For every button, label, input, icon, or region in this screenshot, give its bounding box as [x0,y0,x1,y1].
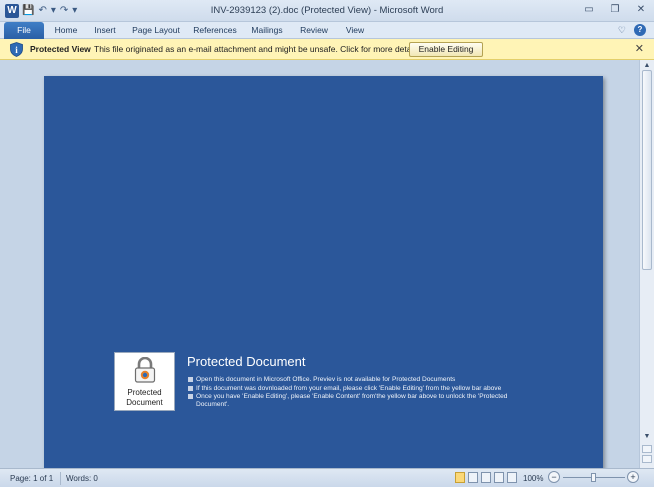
page-count[interactable]: Page: 1 of 1 [10,474,53,483]
scroll-up-icon[interactable]: ▲ [640,62,654,69]
lock-caption: Protected Document [126,388,163,407]
document-area[interactable]: Protected Document Protected Document Op… [0,60,639,468]
word-count[interactable]: Words: 0 [66,474,98,483]
list-item: If this document was dovnloaded from you… [187,385,537,393]
tab-page-layout[interactable]: Page Layout [128,22,184,39]
ribbon-tabs: File Home Insert Page Layout References … [0,22,654,39]
outline-icon[interactable] [494,472,504,483]
list-item: Once you have 'Enable Editing', please '… [187,393,537,408]
draft-icon[interactable] [507,472,517,483]
enable-editing-button[interactable]: Enable Editing [409,42,483,57]
zoom-slider[interactable] [563,473,625,482]
previous-page-icon[interactable] [642,445,652,453]
ribbon-right-controls: ♡ ? [618,24,646,36]
lock-icon [134,357,156,383]
zoom-slider-handle[interactable] [591,473,596,482]
scroll-down-icon[interactable]: ▼ [640,433,654,440]
tab-file[interactable]: File [4,22,44,39]
web-layout-icon[interactable] [481,472,491,483]
tab-view[interactable]: View [340,22,370,39]
bullet-square-icon [188,377,193,382]
view-buttons [455,472,517,483]
vertical-scrollbar[interactable]: ▲ ▼ [639,60,654,468]
protected-document-image: Protected Document [114,352,175,411]
list-item: Open this document in Microsoft Office. … [187,376,537,384]
zoom-in-icon[interactable]: + [627,471,639,483]
zoom-out-icon[interactable]: − [548,471,560,483]
protected-view-label: Protected View [30,44,91,54]
window-controls: ▭ ❐ ✕ [582,4,648,16]
close-window-icon[interactable]: ✕ [634,4,648,16]
tab-mailings[interactable]: Mailings [247,22,287,39]
zoom-level[interactable]: 100% [523,474,543,483]
bullet-square-icon [188,394,193,400]
restore-icon[interactable]: ❐ [608,4,622,16]
instruction-list: Open this document in Microsoft Office. … [187,376,537,409]
protected-view-message[interactable]: This file originated as an e-mail attach… [94,44,422,54]
window-title: INV-2939123 (2).doc (Protected View) - M… [210,5,444,16]
close-infobar-icon[interactable]: ✕ [635,42,644,55]
tab-references[interactable]: References [190,22,240,39]
full-screen-reading-icon[interactable] [468,472,478,483]
print-layout-icon[interactable] [455,472,465,483]
document-heading: Protected Document [187,354,306,369]
minimize-icon[interactable]: ▭ [582,4,596,16]
title-bar: W 💾 ↶ ▾ ↷ ▾ INV-2939123 (2).doc (Protect… [0,0,654,22]
protected-view-bar[interactable]: i Protected View This file originated as… [0,39,654,60]
minimize-ribbon-icon[interactable]: ♡ [618,25,626,36]
document-page: Protected Document Protected Document Op… [44,76,603,468]
bullet-square-icon [188,385,193,391]
help-icon[interactable]: ? [634,24,646,36]
scroll-thumb[interactable] [642,70,652,270]
tab-insert[interactable]: Insert [88,22,122,39]
tab-review[interactable]: Review [296,22,332,39]
shield-icon: i [10,42,23,57]
status-bar: Page: 1 of 1 Words: 0 100% − + [0,468,654,487]
next-page-icon[interactable] [642,455,652,463]
tab-home[interactable]: Home [50,22,82,39]
